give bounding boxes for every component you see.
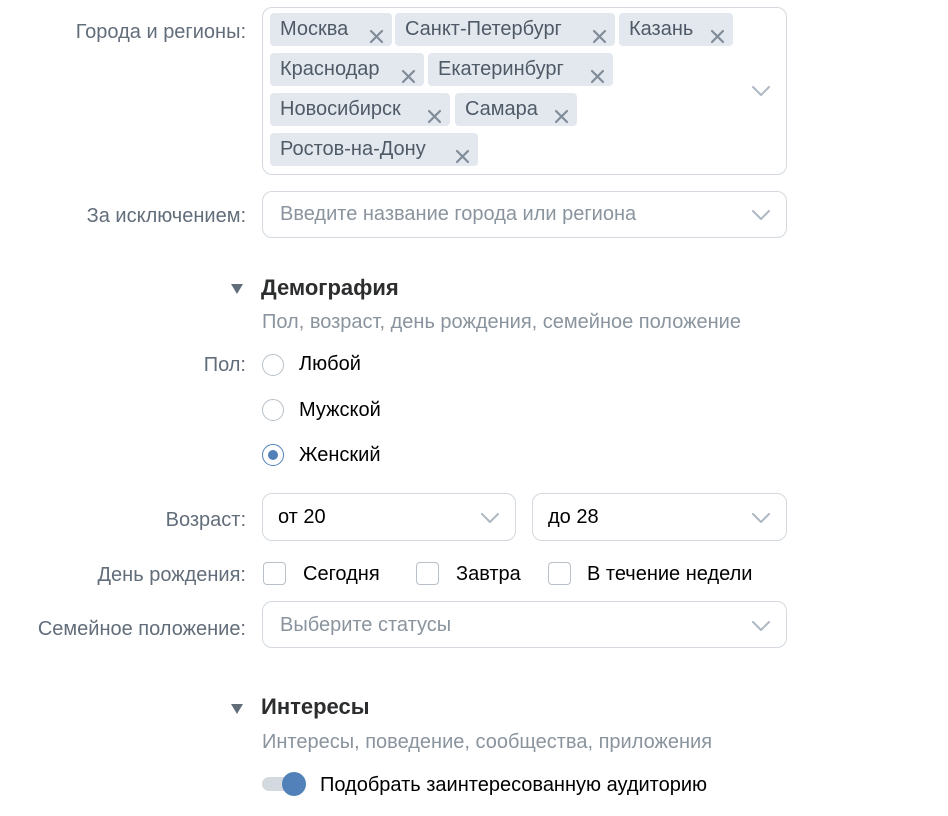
chevron-down-icon[interactable] xyxy=(752,621,770,631)
chevron-down-icon[interactable] xyxy=(752,513,770,523)
chevron-down-icon[interactable] xyxy=(752,210,770,220)
city-tag: Новосибирск xyxy=(270,93,450,126)
city-tag-label: Ростов-на-Дону xyxy=(280,138,426,160)
birthday-week-label[interactable]: В течение недели xyxy=(587,562,752,586)
close-icon[interactable] xyxy=(710,22,725,44)
gender-label: Пол: xyxy=(203,354,246,376)
age-from-value: от 20 xyxy=(278,506,326,528)
gender-option-male[interactable]: Мужской xyxy=(299,398,381,422)
interested-audience-toggle[interactable] xyxy=(262,772,308,796)
city-tag: Москва xyxy=(270,13,392,46)
city-tag: Екатеринбург xyxy=(428,53,613,86)
close-icon[interactable] xyxy=(427,102,442,124)
gender-option-female[interactable]: Женский xyxy=(299,443,380,467)
gender-option-any[interactable]: Любой xyxy=(299,352,361,376)
chevron-down-icon[interactable] xyxy=(752,86,770,96)
city-tag-label: Самара xyxy=(465,98,538,120)
city-tag-label: Краснодар xyxy=(280,58,380,80)
except-input[interactable]: Введите название города или региона xyxy=(280,202,636,226)
city-tag: Самара xyxy=(455,93,577,126)
birthday-tomorrow-label[interactable]: Завтра xyxy=(456,562,521,586)
city-tag-label: Санкт-Петербург xyxy=(405,18,562,40)
age-label: Возраст: xyxy=(165,509,246,531)
gender-radio-male[interactable] xyxy=(262,399,284,421)
gender-radio-female[interactable] xyxy=(262,444,284,466)
age-from-select[interactable]: от 20 xyxy=(262,493,516,541)
interested-audience-label[interactable]: Подобрать заинтересованную аудиторию xyxy=(320,773,707,797)
radio-dot xyxy=(267,449,278,460)
age-to-value: до 28 xyxy=(548,506,599,528)
birthday-label: День рождения: xyxy=(97,564,247,586)
city-tag-label: Казань xyxy=(629,18,694,40)
city-tag-label: Екатеринбург xyxy=(438,58,564,80)
chevron-down-icon[interactable] xyxy=(481,513,499,523)
birthday-week-checkbox[interactable] xyxy=(548,562,571,585)
city-tag: Санкт-Петербург xyxy=(395,13,615,46)
family-label: Семейное положение: xyxy=(37,618,246,640)
cities-label: Города и регионы: xyxy=(75,21,246,43)
gender-radio-any[interactable] xyxy=(262,354,284,376)
birthday-today-label[interactable]: Сегодня xyxy=(303,562,380,586)
age-to-select[interactable]: до 28 xyxy=(532,493,787,541)
section-title-demography[interactable]: Демография xyxy=(261,275,399,301)
close-icon[interactable] xyxy=(554,102,569,124)
birthday-tomorrow-checkbox[interactable] xyxy=(416,562,439,585)
birthday-today-checkbox[interactable] xyxy=(263,562,286,585)
city-tag: Краснодар xyxy=(270,53,424,86)
family-select[interactable]: Выберите статусы xyxy=(262,601,787,648)
except-label: За исключением: xyxy=(86,205,246,227)
family-input[interactable]: Выберите статусы xyxy=(280,613,451,637)
section-subtitle-demography: Пол, возраст, день рождения, семейное по… xyxy=(262,311,741,333)
city-tag: Ростов-на-Дону xyxy=(270,133,478,166)
close-icon[interactable] xyxy=(455,142,470,164)
section-title-interests[interactable]: Интересы xyxy=(261,694,370,720)
except-select[interactable]: Введите название города или региона xyxy=(262,191,787,238)
section-subtitle-interests: Интересы, поведение, сообщества, приложе… xyxy=(262,731,713,753)
close-icon[interactable] xyxy=(369,22,384,44)
triangle-down-icon[interactable] xyxy=(231,701,243,714)
city-tag-label: Москва xyxy=(280,18,349,40)
toggle-knob xyxy=(282,772,306,796)
triangle-down-icon[interactable] xyxy=(231,281,243,294)
city-tag-label: Новосибирск xyxy=(280,98,401,120)
city-tag: Казань xyxy=(619,13,733,46)
close-icon[interactable] xyxy=(590,62,605,84)
close-icon[interactable] xyxy=(401,62,416,84)
close-icon[interactable] xyxy=(592,22,607,44)
cities-select[interactable]: Москва Санкт-Петербург Казань Краснодар … xyxy=(262,7,787,175)
